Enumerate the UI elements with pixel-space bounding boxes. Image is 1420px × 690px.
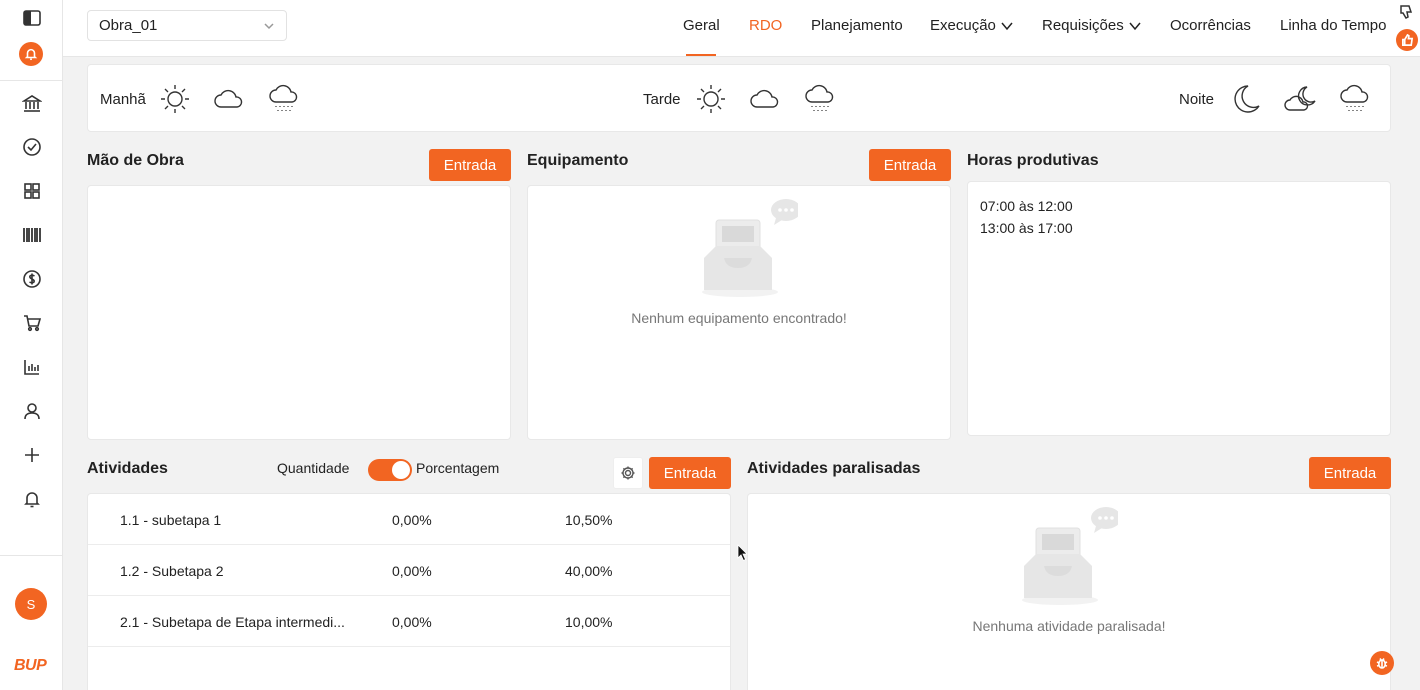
bar-chart-icon[interactable] [20,355,44,379]
bank-icon[interactable] [20,92,44,116]
bug-report-icon[interactable] [1370,651,1394,675]
project-select-value: Obra_01 [99,17,158,34]
paused-activities-panel: Nenhuma atividade paralisada! [747,493,1391,690]
table-row[interactable]: 2.1 - Subetapa de Etapa intermedi... 0,0… [88,596,730,647]
settings-button[interactable] [613,457,643,489]
tab-geral[interactable]: Geral [683,17,720,34]
activity-value: 10,50% [565,512,613,528]
hours-entry: 07:00 às 12:00 [980,198,1073,214]
activity-name: 1.2 - Subetapa 2 [120,563,224,579]
empty-inbox-icon [1018,506,1121,606]
cloud-icon[interactable] [212,82,246,116]
activities-table: 1.1 - subetapa 1 0,00% 10,50% 1.2 - Sube… [87,493,731,690]
project-select[interactable]: Obra_01 [87,10,287,41]
grid-icon[interactable] [20,179,44,203]
barcode-icon[interactable] [20,223,44,247]
gear-icon [621,466,635,480]
cloud-icon[interactable] [748,82,782,116]
chevron-down-icon [262,19,276,33]
activity-value: 0,00% [392,563,432,579]
hours-entry: 13:00 às 17:00 [980,220,1073,236]
tab-ocorrencias[interactable]: Ocorrências [1170,17,1251,34]
tab-execucao[interactable]: Execução [930,17,1014,34]
tab-rdo[interactable]: RDO [749,17,782,34]
bell-icon[interactable] [20,487,44,511]
labor-panel [87,185,511,440]
paused-empty-text: Nenhuma atividade paralisada! [972,618,1166,634]
avatar[interactable]: S [15,588,47,620]
sidebar: S BUP [0,0,63,690]
dollar-icon[interactable] [20,267,44,291]
paused-entry-button[interactable]: Entrada [1309,457,1391,489]
thumbs-up-icon[interactable] [1396,29,1418,51]
thumbs-down-icon[interactable] [1398,4,1414,20]
mouse-cursor-icon [737,544,749,562]
active-tab-indicator [686,54,716,56]
activity-value: 0,00% [392,512,432,528]
paused-activities-title: Atividades paralisadas [747,460,921,477]
brand-logo: BUP [14,657,47,674]
activity-name: 2.1 - Subetapa de Etapa intermedi... [120,614,345,630]
sun-icon[interactable] [158,82,192,116]
tab-requisicoes[interactable]: Requisições [1042,17,1142,34]
hours-title: Horas produtivas [967,152,1099,169]
sidebar-divider [0,555,63,556]
toggle-knob [392,461,410,479]
rain-cloud-icon[interactable] [1338,82,1372,116]
cloud-moon-icon[interactable] [1283,82,1317,116]
weather-afternoon-label: Tarde [643,91,681,108]
chevron-down-icon [1129,22,1141,30]
sun-icon[interactable] [694,82,728,116]
user-icon[interactable] [20,399,44,423]
moon-icon[interactable] [1228,82,1262,116]
weather-morning-label: Manhã [100,91,146,108]
panel-toggle-icon[interactable] [20,6,44,30]
table-row[interactable]: 1.1 - subetapa 1 0,00% 10,50% [88,494,730,545]
weather-card: Manhã Tarde Noite [87,64,1391,132]
activity-value: 40,00% [565,563,613,579]
weather-night-label: Noite [1179,91,1215,108]
hours-panel: 07:00 às 12:00 13:00 às 17:00 [967,181,1391,436]
tab-planejamento[interactable]: Planejamento [811,17,903,34]
equipment-panel: Nenhum equipamento encontrado! [527,185,951,440]
labor-entry-button[interactable]: Entrada [429,149,511,181]
quantity-percentage-toggle[interactable] [368,459,412,481]
table-row[interactable]: 1.2 - Subetapa 2 0,00% 40,00% [88,545,730,596]
activity-value: 0,00% [392,614,432,630]
activity-name: 1.1 - subetapa 1 [120,512,222,528]
activities-entry-button[interactable]: Entrada [649,457,731,489]
activity-value: 10,00% [565,614,613,630]
sidebar-divider [0,80,63,81]
rain-cloud-icon[interactable] [267,82,301,116]
equipment-entry-button[interactable]: Entrada [869,149,951,181]
toggle-label-quantity: Quantidade [277,460,350,476]
labor-title: Mão de Obra [87,152,184,169]
plus-icon[interactable] [20,443,44,467]
notification-bell-icon[interactable] [19,42,43,66]
empty-inbox-icon [698,198,801,298]
equipment-title: Equipamento [527,152,629,169]
tab-linha-do-tempo[interactable]: Linha do Tempo [1280,17,1386,34]
cart-icon[interactable] [20,311,44,335]
check-circle-icon[interactable] [20,135,44,159]
activities-title: Atividades [87,460,168,477]
equipment-empty-text: Nenhum equipamento encontrado! [631,310,847,326]
rain-cloud-icon[interactable] [803,82,837,116]
chevron-down-icon [1001,22,1013,30]
toggle-label-percentage: Porcentagem [416,460,500,476]
